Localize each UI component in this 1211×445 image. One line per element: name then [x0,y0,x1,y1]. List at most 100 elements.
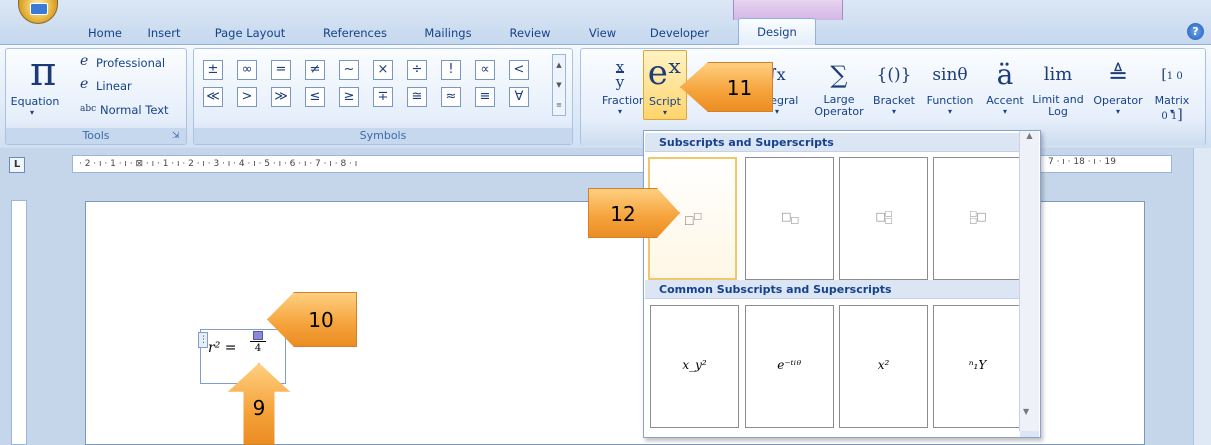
equation-tools-context-header [733,0,843,20]
function-button[interactable]: sinθ Function ▾ [919,56,981,116]
tab-references[interactable]: References [315,22,395,44]
ruler-scale-right: 7 · ı · 18 · ı · 19 [1048,157,1116,167]
tab-developer[interactable]: Developer [642,22,717,44]
common-script-tile-1[interactable]: x_y² [650,305,739,428]
sub-superscript-tile[interactable]: □□ □ [839,157,928,280]
chevron-down-icon: ▾ [1169,107,1174,116]
bracket-button[interactable]: {()} Bracket ▾ [868,56,920,116]
equation-button-label[interactable]: Equation [5,95,65,108]
common-script-tile-4[interactable]: ⁿ₁Y [933,305,1022,428]
accent-button[interactable]: ä Accent ▾ [982,56,1028,116]
vertical-scrollbar[interactable] [1193,148,1211,445]
operator-button[interactable]: ≜ Operator ▾ [1089,56,1147,116]
subscript-tile[interactable]: □□ [745,157,834,280]
symbol-button[interactable]: < [509,60,529,80]
bracket-label: Bracket [873,94,915,107]
operator-icon: ≜ [1107,61,1129,89]
large-operator-label: Large Operator [814,93,864,118]
limit-icon: lim [1043,64,1073,85]
matrix-icon: [1 00 1] [1161,67,1183,123]
ruler-scale: · 2 · ı · 1 · ı · ⊠ · ı · 1 · ı · 2 · ı … [79,159,358,169]
common-script-2: e⁻ᵗⁱᶿ [777,358,802,372]
tab-design[interactable]: Design [738,18,816,45]
numerator-placeholder[interactable] [253,331,263,340]
symbol-button[interactable]: ÷ [407,60,427,80]
matrix-button[interactable]: [1 00 1] Matrix ▾ [1147,56,1197,123]
common-script-3: x² [877,358,890,372]
linear-icon: 𝑒 [80,76,89,92]
symbol-button[interactable]: ≪ [203,87,223,107]
normal-text-button[interactable]: Normal Text [100,103,169,117]
scroll-down-icon[interactable]: ▼ [1023,407,1029,416]
script-label: Script [649,95,681,108]
symbol-button[interactable]: ∞ [237,60,257,80]
equation-lhs: r² = [208,340,237,356]
tab-insert[interactable]: Insert [140,22,188,44]
chevron-down-icon: ▾ [947,107,952,116]
symbol-button[interactable]: ≡ [475,87,495,107]
professional-button[interactable]: Professional [96,56,165,70]
symbol-button[interactable]: ≅ [407,87,427,107]
symbol-button[interactable]: ≈ [441,87,461,107]
symbol-button[interactable]: ≥ [339,87,359,107]
symbol-button[interactable]: ≤ [305,87,325,107]
symbol-button[interactable]: ∝ [475,60,495,80]
limit-log-label: Limit and Log [1032,93,1084,118]
tab-mailings[interactable]: Mailings [413,22,483,44]
equation-handle[interactable]: ⋮ [198,332,208,348]
tab-review[interactable]: Review [500,22,560,44]
normal-text-icon: abc [80,104,97,114]
symbol-button[interactable]: ! [441,60,461,80]
equation-fraction[interactable]: 4 [250,331,266,354]
scroll-up-icon[interactable]: ▲ [1020,131,1039,140]
office-logo-icon [30,3,48,15]
symbol-button[interactable]: ≠ [305,60,325,80]
sub-superscript-template-icon: □□ □ [875,209,893,225]
large-operator-button[interactable]: ∑ Large Operator [810,56,868,118]
tab-stop-selector[interactable]: L [9,157,25,173]
tab-page-layout[interactable]: Page Layout [210,22,290,44]
symbols-group-label: Symbols [194,128,572,144]
sum-icon: ∑ [830,61,848,89]
left-sub-superscript-tile[interactable]: □ □□ [933,157,1022,280]
symbol-button[interactable]: ~ [339,60,359,80]
symbol-button[interactable]: ∓ [373,87,393,107]
common-script-4: ⁿ₁Y [968,358,987,372]
vertical-ruler[interactable] [11,200,27,445]
tab-home[interactable]: Home [80,22,130,44]
accent-label: Accent [986,94,1024,107]
linear-button[interactable]: Linear [96,79,132,93]
symbol-button[interactable]: ± [203,60,223,80]
limit-log-button[interactable]: lim Limit and Log [1028,56,1088,118]
fraction-label: Fraction [602,94,646,107]
subscript-template-icon: □□ [780,210,799,227]
fraction-button[interactable]: xy Fraction ▾ [602,56,646,116]
help-icon[interactable]: ? [1187,23,1204,40]
chevron-down-icon: ▾ [891,107,896,116]
tab-view[interactable]: View [580,22,625,44]
chevron-down-icon: ▾ [1115,107,1120,116]
pi-icon[interactable]: π [30,48,56,96]
symbol-button[interactable]: ≫ [271,87,291,107]
equation-dropdown-icon[interactable]: ▾ [30,108,34,117]
operator-label: Operator [1093,94,1143,107]
gallery-scrollbar[interactable]: ▲ [1019,131,1039,431]
equation-box[interactable] [200,329,286,384]
fraction-icon: xy [615,58,625,91]
common-script-1: x_y² [682,358,707,372]
dialog-launcher-icon[interactable]: ⇲ [172,131,180,141]
left-sub-superscript-template-icon: □ □□ [969,209,987,225]
section-header-common: Common Subscripts and Superscripts [645,280,1020,299]
symbols-scroll[interactable]: ▲ ▼ ≡ [552,54,566,116]
script-button[interactable]: eˣ Script ▾ [643,50,687,120]
accent-icon: ä [996,58,1014,91]
symbol-button[interactable]: > [237,87,257,107]
symbol-button[interactable]: × [373,60,393,80]
equation-denominator: 4 [254,343,262,354]
symbol-button[interactable]: = [271,60,291,80]
gallery-resize-grip[interactable] [1020,431,1039,437]
common-script-tile-3[interactable]: x² [839,305,928,428]
common-script-tile-2[interactable]: e⁻ᵗⁱᶿ [745,305,834,428]
chevron-down-icon: ▾ [662,108,667,117]
symbol-button[interactable]: ∀ [509,87,529,107]
